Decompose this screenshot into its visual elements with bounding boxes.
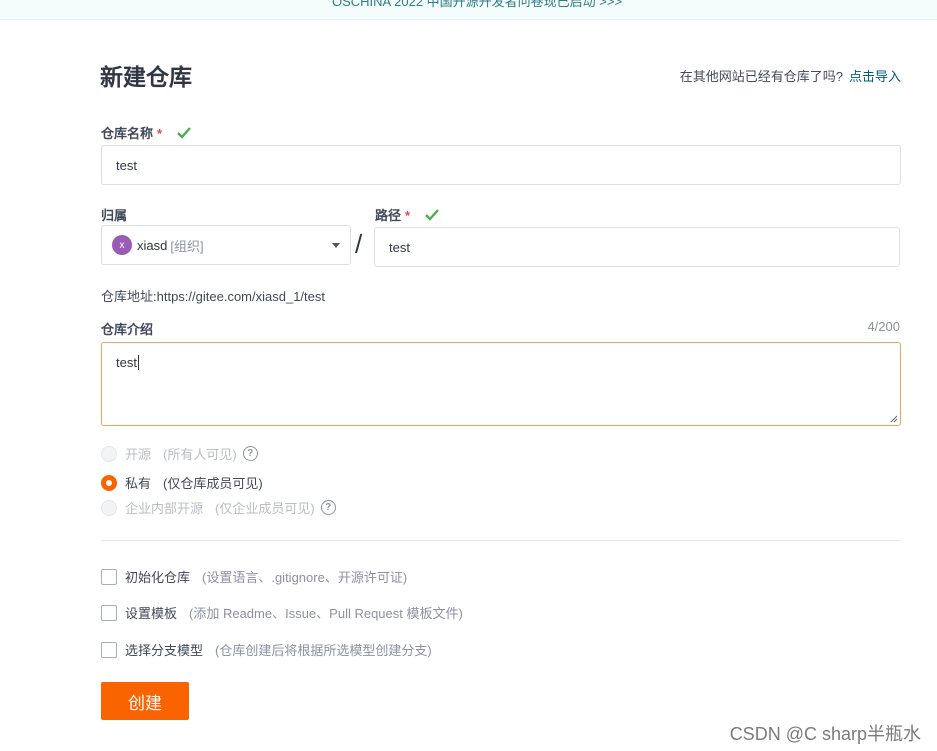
- init-repo-desc: (设置语言、.gitignore、开源许可证): [202, 570, 408, 585]
- path-label-text: 路径: [375, 208, 402, 223]
- owner-label: 归属: [101, 208, 128, 223]
- template-checkbox[interactable]: [101, 604, 117, 621]
- branch-model-checkbox[interactable]: [101, 641, 117, 658]
- branch-model-desc: (仓库创建后将根据所选模型创建分支): [215, 643, 432, 658]
- visibility-private-desc: (仅仓库成员可见): [163, 476, 263, 491]
- radio-public: [101, 445, 117, 462]
- required-mark: *: [405, 208, 411, 223]
- description-value: test: [116, 355, 137, 370]
- repo-name-label-text: 仓库名称: [101, 126, 154, 141]
- announcement-banner[interactable]: OSCHINA 2022 中国开源开发者问卷现已启动 >>>: [0, 0, 937, 20]
- init-repo-checkbox[interactable]: [101, 568, 117, 585]
- repo-url: 仓库地址:https://gitee.com/xiasd_1/test: [101, 286, 325, 305]
- import-link[interactable]: 点击导入: [849, 69, 901, 84]
- create-button[interactable]: 创建: [101, 682, 189, 720]
- text-cursor: [137, 355, 139, 370]
- chevron-down-icon: [332, 243, 340, 248]
- repo-url-label: 仓库地址:: [101, 289, 157, 304]
- repo-name-label: 仓库名称 *: [101, 123, 192, 142]
- owner-tag: [组织]: [170, 238, 204, 254]
- path-label: 路径 *: [375, 205, 440, 224]
- visibility-enterprise: 企业内部开源 (仅企业成员可见) ?: [101, 498, 336, 517]
- divider: [101, 540, 901, 541]
- required-mark: *: [157, 126, 163, 141]
- import-hint: 在其他网站已经有仓库了吗? 点击导入: [680, 66, 901, 85]
- init-repo-label: 初始化仓库: [125, 570, 191, 585]
- option-template[interactable]: 设置模板 (添加 Readme、Issue、Pull Request 模板文件): [101, 603, 463, 622]
- avatar: x: [112, 235, 132, 255]
- template-desc: (添加 Readme、Issue、Pull Request 模板文件): [189, 606, 463, 621]
- visibility-public-desc: (所有人可见): [163, 447, 237, 462]
- template-label: 设置模板: [125, 606, 178, 621]
- path-value: test: [389, 239, 410, 255]
- branch-model-label: 选择分支模型: [125, 643, 204, 658]
- option-branch-model[interactable]: 选择分支模型 (仓库创建后将根据所选模型创建分支): [101, 640, 432, 659]
- resize-handle-icon[interactable]: [890, 415, 898, 423]
- banner-text[interactable]: OSCHINA 2022 中国开源开发者问卷现已启动 >>>: [332, 0, 622, 10]
- visibility-private[interactable]: 私有 (仅仓库成员可见): [101, 473, 263, 492]
- repo-name-value: test: [116, 157, 137, 173]
- visibility-public-label: 开源: [125, 447, 152, 462]
- check-icon: [424, 209, 439, 221]
- path-input[interactable]: test: [374, 227, 900, 267]
- visibility-enterprise-label: 企业内部开源: [125, 501, 204, 516]
- path-separator: /: [355, 229, 363, 259]
- watermark: CSDN @C sharp半瓶水: [729, 724, 921, 744]
- question-circle-icon[interactable]: ?: [242, 446, 258, 461]
- repo-name-input[interactable]: test: [101, 145, 901, 185]
- import-hint-text: 在其他网站已经有仓库了吗?: [679, 69, 843, 84]
- owner-name: xiasd: [137, 237, 168, 253]
- description-textarea[interactable]: test: [101, 342, 901, 426]
- visibility-private-label: 私有: [125, 476, 152, 491]
- option-init-repo[interactable]: 初始化仓库 (设置语言、.gitignore、开源许可证): [101, 567, 407, 586]
- char-count: 4/200: [867, 319, 900, 334]
- visibility-enterprise-desc: (仅企业成员可见): [215, 501, 315, 516]
- page-title: 新建仓库: [100, 64, 192, 90]
- owner-select[interactable]: x xiasd [组织]: [101, 225, 351, 265]
- repo-url-value: https://gitee.com/xiasd_1/test: [156, 289, 325, 304]
- radio-enterprise: [101, 499, 117, 516]
- visibility-public: 开源 (所有人可见) ?: [101, 444, 258, 463]
- question-circle-icon[interactable]: ?: [320, 500, 336, 515]
- radio-private[interactable]: [101, 474, 117, 491]
- check-icon: [176, 127, 191, 139]
- description-label: 仓库介绍: [101, 322, 154, 337]
